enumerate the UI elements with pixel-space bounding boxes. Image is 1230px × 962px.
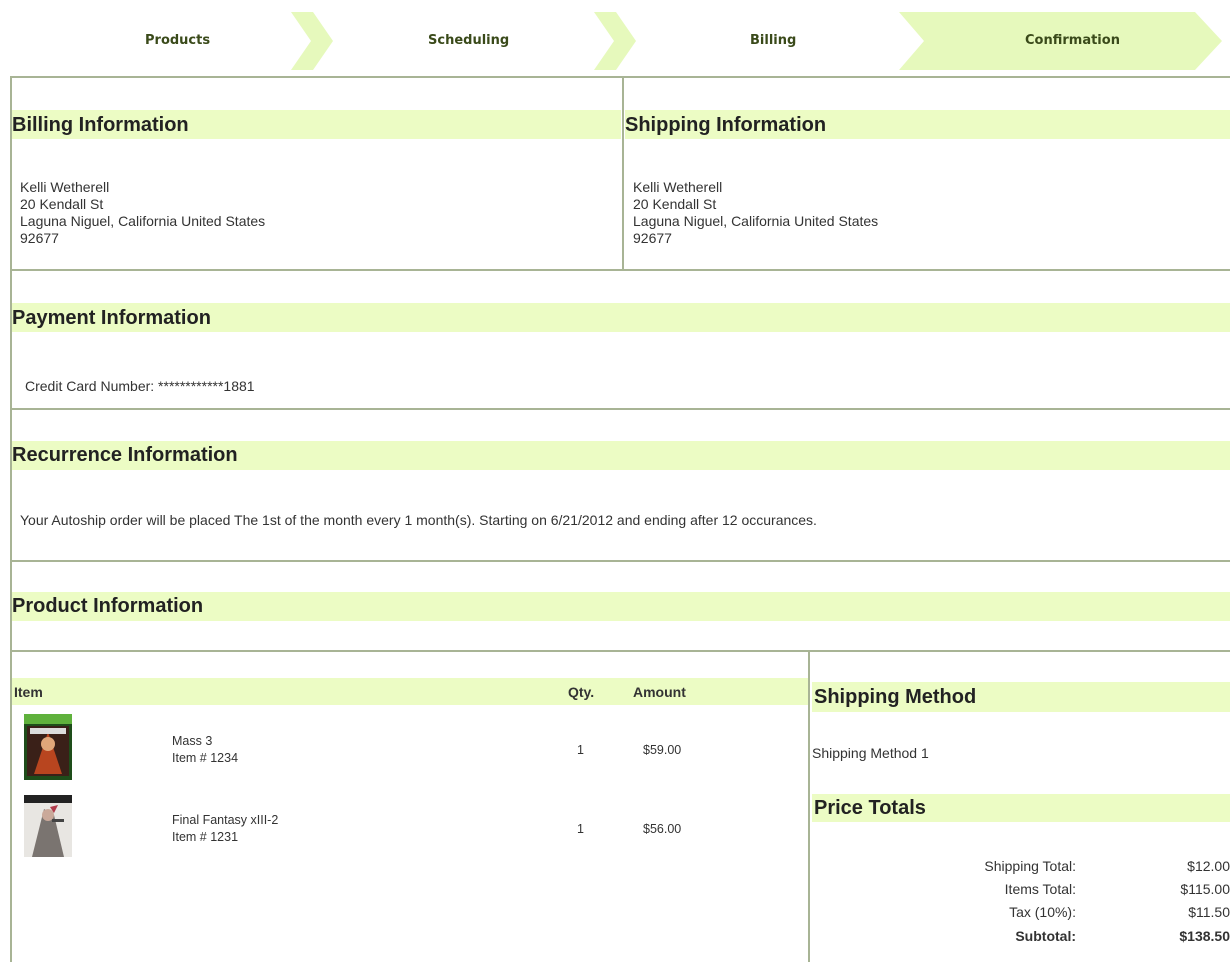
items-top-rule-right — [810, 650, 1230, 652]
item-number-2: Item # 1231 — [172, 830, 239, 844]
items-total-label: Items Total: — [1004, 881, 1076, 897]
product-thumbnail-mass3 — [24, 714, 72, 780]
billing-city: Laguna Niguel, California United States — [20, 213, 266, 229]
item-amount-1: $59.00 — [643, 743, 682, 757]
address-divider — [622, 76, 624, 271]
billing-title: Billing Information — [12, 114, 189, 136]
step-separator-2 — [594, 12, 636, 70]
recurrence-title: Recurrence Information — [12, 444, 238, 466]
recurrence-text: Your Autoship order will be placed The 1… — [20, 512, 817, 528]
tax-label: Tax (10%): — [1009, 904, 1076, 920]
item-name-1: Mass 3 — [172, 734, 213, 748]
shipping-street: 20 Kendall St — [633, 196, 717, 212]
billing-name: Kelli Wetherell — [20, 179, 110, 195]
subtotal-value: $138.50 — [1179, 928, 1230, 944]
product-title: Product Information — [12, 595, 204, 617]
shipping-zip: 92677 — [633, 230, 672, 246]
price-totals-title: Price Totals — [814, 797, 926, 819]
col-qty: Qty. — [568, 684, 595, 700]
payment-title: Payment Information — [12, 307, 211, 329]
shipping-total-value: $12.00 — [1187, 858, 1230, 874]
items-header-band — [12, 678, 808, 705]
tax-value: $11.50 — [1188, 904, 1230, 920]
shipping-method-value: Shipping Method 1 — [812, 745, 929, 761]
subtotal-label: Subtotal: — [1015, 928, 1076, 944]
billing-zip: 92677 — [20, 230, 59, 246]
credit-card-number: Credit Card Number: ************1881 — [25, 378, 255, 394]
item-qty-2: 1 — [577, 822, 584, 836]
item-name-2: Final Fantasy xIII-2 — [172, 813, 279, 827]
items-total-value: $115.00 — [1180, 881, 1230, 897]
step-separator-1 — [291, 12, 333, 70]
step-products[interactable]: Products — [145, 33, 210, 48]
recurrence-section — [10, 408, 1230, 562]
product-thumbnail-ff13-2 — [24, 795, 72, 857]
item-amount-2: $56.00 — [643, 822, 682, 836]
step-confirmation: Confirmation — [1025, 33, 1120, 48]
step-billing[interactable]: Billing — [750, 33, 796, 48]
shipping-name: Kelli Wetherell — [633, 179, 723, 195]
billing-street: 20 Kendall St — [20, 196, 104, 212]
col-item: Item — [14, 684, 43, 700]
shipping-total-label: Shipping Total: — [984, 858, 1076, 874]
shipping-city: Laguna Niguel, California United States — [633, 213, 879, 229]
checkout-steps: Products Scheduling Billing Confirmation — [0, 0, 1230, 70]
address-section — [10, 76, 1230, 271]
item-qty-1: 1 — [577, 743, 584, 757]
col-amount: Amount — [633, 684, 686, 700]
shipping-method-title: Shipping Method — [814, 686, 977, 708]
item-number-1: Item # 1234 — [172, 751, 239, 765]
shipping-title: Shipping Information — [625, 114, 827, 136]
step-scheduling[interactable]: Scheduling — [428, 33, 509, 48]
